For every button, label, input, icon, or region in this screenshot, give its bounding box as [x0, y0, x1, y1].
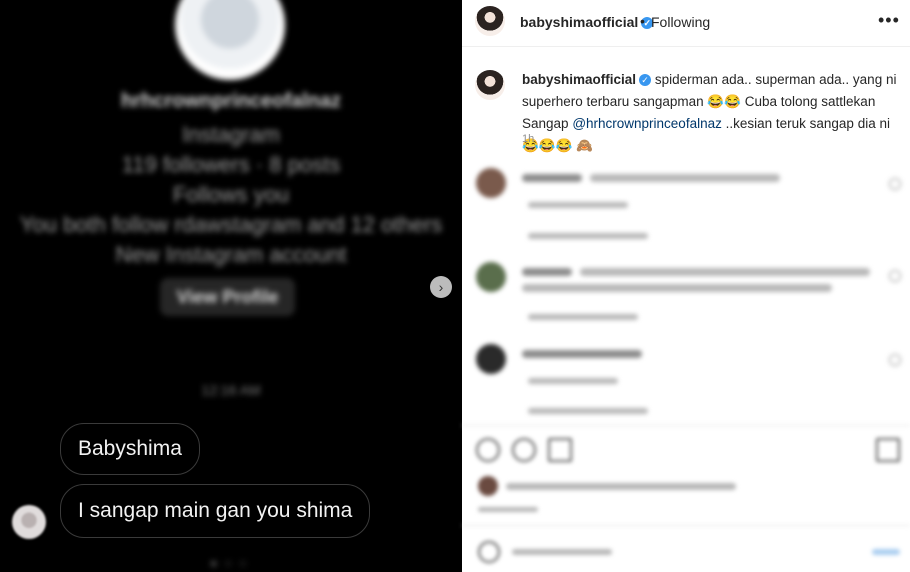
platform-label: Instagram — [182, 122, 280, 147]
post-date — [478, 507, 538, 512]
message-bubble: I sangap main gan you shima — [60, 484, 371, 538]
post-detail-panel: babyshimaofficial ✓ • Following ••• babys… — [462, 0, 910, 572]
message-bubble: Babyshima — [60, 423, 200, 475]
dm-screenshot-image: hrhcrownprinceofalnaz Instagram 119 foll… — [0, 0, 462, 572]
profile-avatar — [175, 0, 285, 80]
share-icon — [548, 438, 572, 462]
profile-name: hrhcrownprinceofalnaz — [120, 90, 342, 112]
next-image-icon[interactable]: › — [430, 276, 452, 298]
mutual-follow-label: You both follow rdawstagram and 12 other… — [19, 212, 443, 237]
post-comment-button — [872, 549, 900, 555]
sender-avatar — [12, 505, 46, 539]
carousel-dots: ● ○ ○ — [210, 556, 249, 570]
blurred-actions — [462, 0, 910, 572]
likes-summary — [506, 483, 736, 490]
bookmark-icon — [876, 438, 900, 462]
comment-icon — [512, 438, 536, 462]
heart-icon — [476, 438, 500, 462]
liker-avatar — [478, 476, 498, 496]
divider — [462, 525, 910, 526]
profile-stats: 119 followers · 8 posts — [121, 152, 341, 177]
follows-you-label: Follows you — [172, 182, 290, 207]
view-profile-button: View Profile — [160, 278, 295, 316]
add-comment-input — [512, 549, 612, 555]
emoji-icon — [478, 541, 500, 563]
new-account-label: New Instagram account — [115, 242, 347, 267]
dm-timestamp: 12:16 AM — [201, 382, 261, 398]
